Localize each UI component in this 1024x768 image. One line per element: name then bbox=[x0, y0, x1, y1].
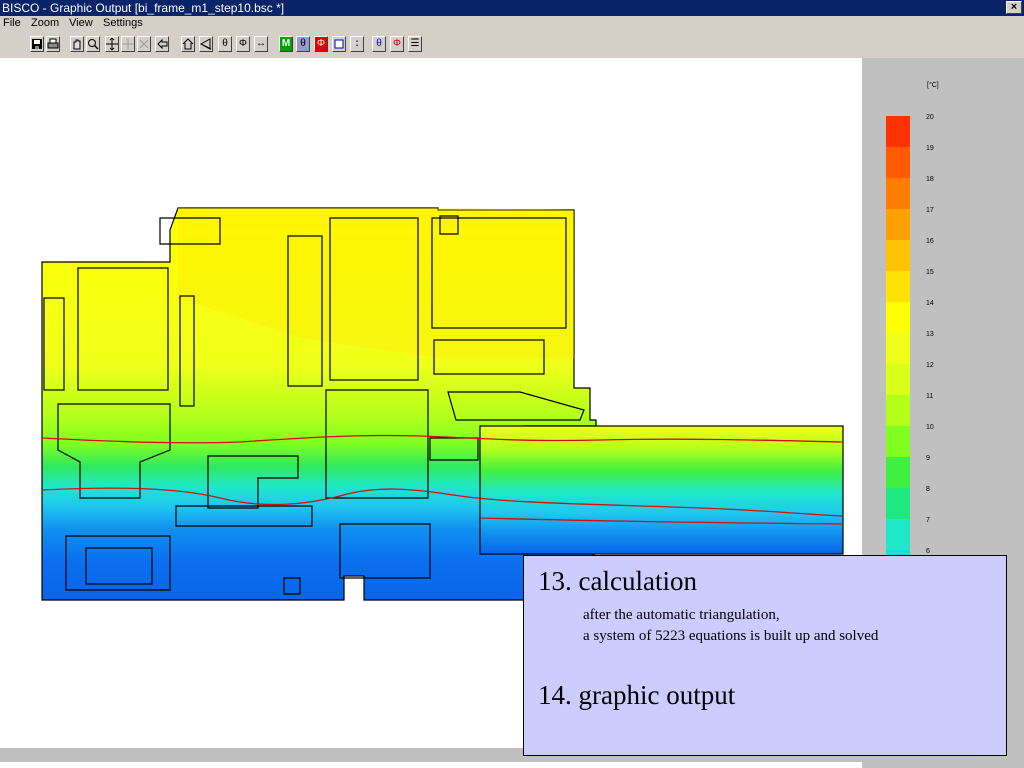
legend-swatch bbox=[886, 364, 910, 395]
close-button[interactable]: × bbox=[1006, 1, 1022, 14]
theta-box-icon[interactable]: θ bbox=[296, 36, 310, 52]
legend-label: 9 bbox=[926, 455, 930, 462]
legend-swatch bbox=[886, 209, 910, 240]
legend-label: 17 bbox=[926, 207, 934, 214]
theta-icon[interactable]: θ bbox=[218, 36, 232, 52]
menu-bar: File Zoom View Settings bbox=[0, 16, 1024, 30]
legend-unit: [°C] bbox=[927, 82, 939, 89]
phi-red-icon[interactable]: Φ bbox=[314, 36, 328, 52]
home-icon[interactable] bbox=[181, 36, 195, 52]
legend-swatch bbox=[886, 488, 910, 519]
legend-label: 18 bbox=[926, 176, 934, 183]
legend-label: 16 bbox=[926, 238, 934, 245]
slide-textbox: 13. calculation after the automatic tria… bbox=[523, 555, 1007, 756]
move-icon[interactable] bbox=[105, 36, 119, 52]
square-icon[interactable] bbox=[332, 36, 346, 52]
theta-lines-icon[interactable]: θ bbox=[372, 36, 386, 52]
legend-label: 20 bbox=[926, 114, 934, 121]
slide-line-1: after the automatic triangulation, bbox=[583, 607, 780, 623]
legend-swatch bbox=[886, 395, 910, 426]
toolbar: θ Φ ↔ M θ Φ : θ Φ ☰ bbox=[0, 30, 1024, 58]
legend-swatch bbox=[886, 240, 910, 271]
legend-label: 13 bbox=[926, 331, 934, 338]
slide-line-2: a system of 5223 equations is built up a… bbox=[583, 628, 879, 644]
triangle-icon[interactable] bbox=[199, 36, 213, 52]
menu-file[interactable]: File bbox=[3, 16, 21, 30]
legend-label: 15 bbox=[926, 269, 934, 276]
phi-lines-icon[interactable]: Φ bbox=[390, 36, 404, 52]
glazing-unit bbox=[479, 425, 844, 555]
cross-gray-icon[interactable] bbox=[137, 36, 151, 52]
legend-swatch bbox=[886, 519, 910, 550]
menu-view[interactable]: View bbox=[69, 16, 93, 30]
title-bar: BISCO - Graphic Output [bi_frame_m1_step… bbox=[0, 0, 1024, 16]
menu-settings[interactable]: Settings bbox=[103, 16, 143, 30]
colon-icon[interactable]: : bbox=[350, 36, 364, 52]
phi-icon[interactable]: Φ bbox=[236, 36, 250, 52]
legend-swatch bbox=[886, 457, 910, 488]
legend-swatch bbox=[886, 302, 910, 333]
legend-label: 7 bbox=[926, 517, 930, 524]
legend-swatch bbox=[886, 116, 910, 147]
m-icon[interactable]: M bbox=[279, 36, 293, 52]
legend-label: 14 bbox=[926, 300, 934, 307]
legend-label: 12 bbox=[926, 362, 934, 369]
move-gray-icon[interactable] bbox=[121, 36, 135, 52]
legend-swatch bbox=[886, 426, 910, 457]
legend-swatch bbox=[886, 333, 910, 364]
legend-swatch bbox=[886, 147, 910, 178]
legend-label: 10 bbox=[926, 424, 934, 431]
menu-zoom[interactable]: Zoom bbox=[31, 16, 59, 30]
back-icon[interactable] bbox=[155, 36, 169, 52]
arrow-lr-icon[interactable]: ↔ bbox=[254, 36, 268, 52]
print-icon[interactable] bbox=[46, 36, 60, 52]
legend-swatch bbox=[886, 271, 910, 302]
legend-label: 19 bbox=[926, 145, 934, 152]
hand-icon[interactable] bbox=[70, 36, 84, 52]
legend-label: 6 bbox=[926, 548, 930, 555]
save-icon[interactable] bbox=[30, 36, 44, 52]
slide-heading-calculation: 13. calculation bbox=[538, 566, 697, 596]
window-title: BISCO - Graphic Output [bi_frame_m1_step… bbox=[2, 1, 285, 15]
zoom-icon[interactable] bbox=[86, 36, 100, 52]
legend-label: 11 bbox=[926, 393, 934, 400]
legend-label: 8 bbox=[926, 486, 930, 493]
slide-heading-graphic-output: 14. graphic output bbox=[538, 680, 736, 710]
legend-swatch bbox=[886, 178, 910, 209]
lines-icon[interactable]: ☰ bbox=[408, 36, 422, 52]
